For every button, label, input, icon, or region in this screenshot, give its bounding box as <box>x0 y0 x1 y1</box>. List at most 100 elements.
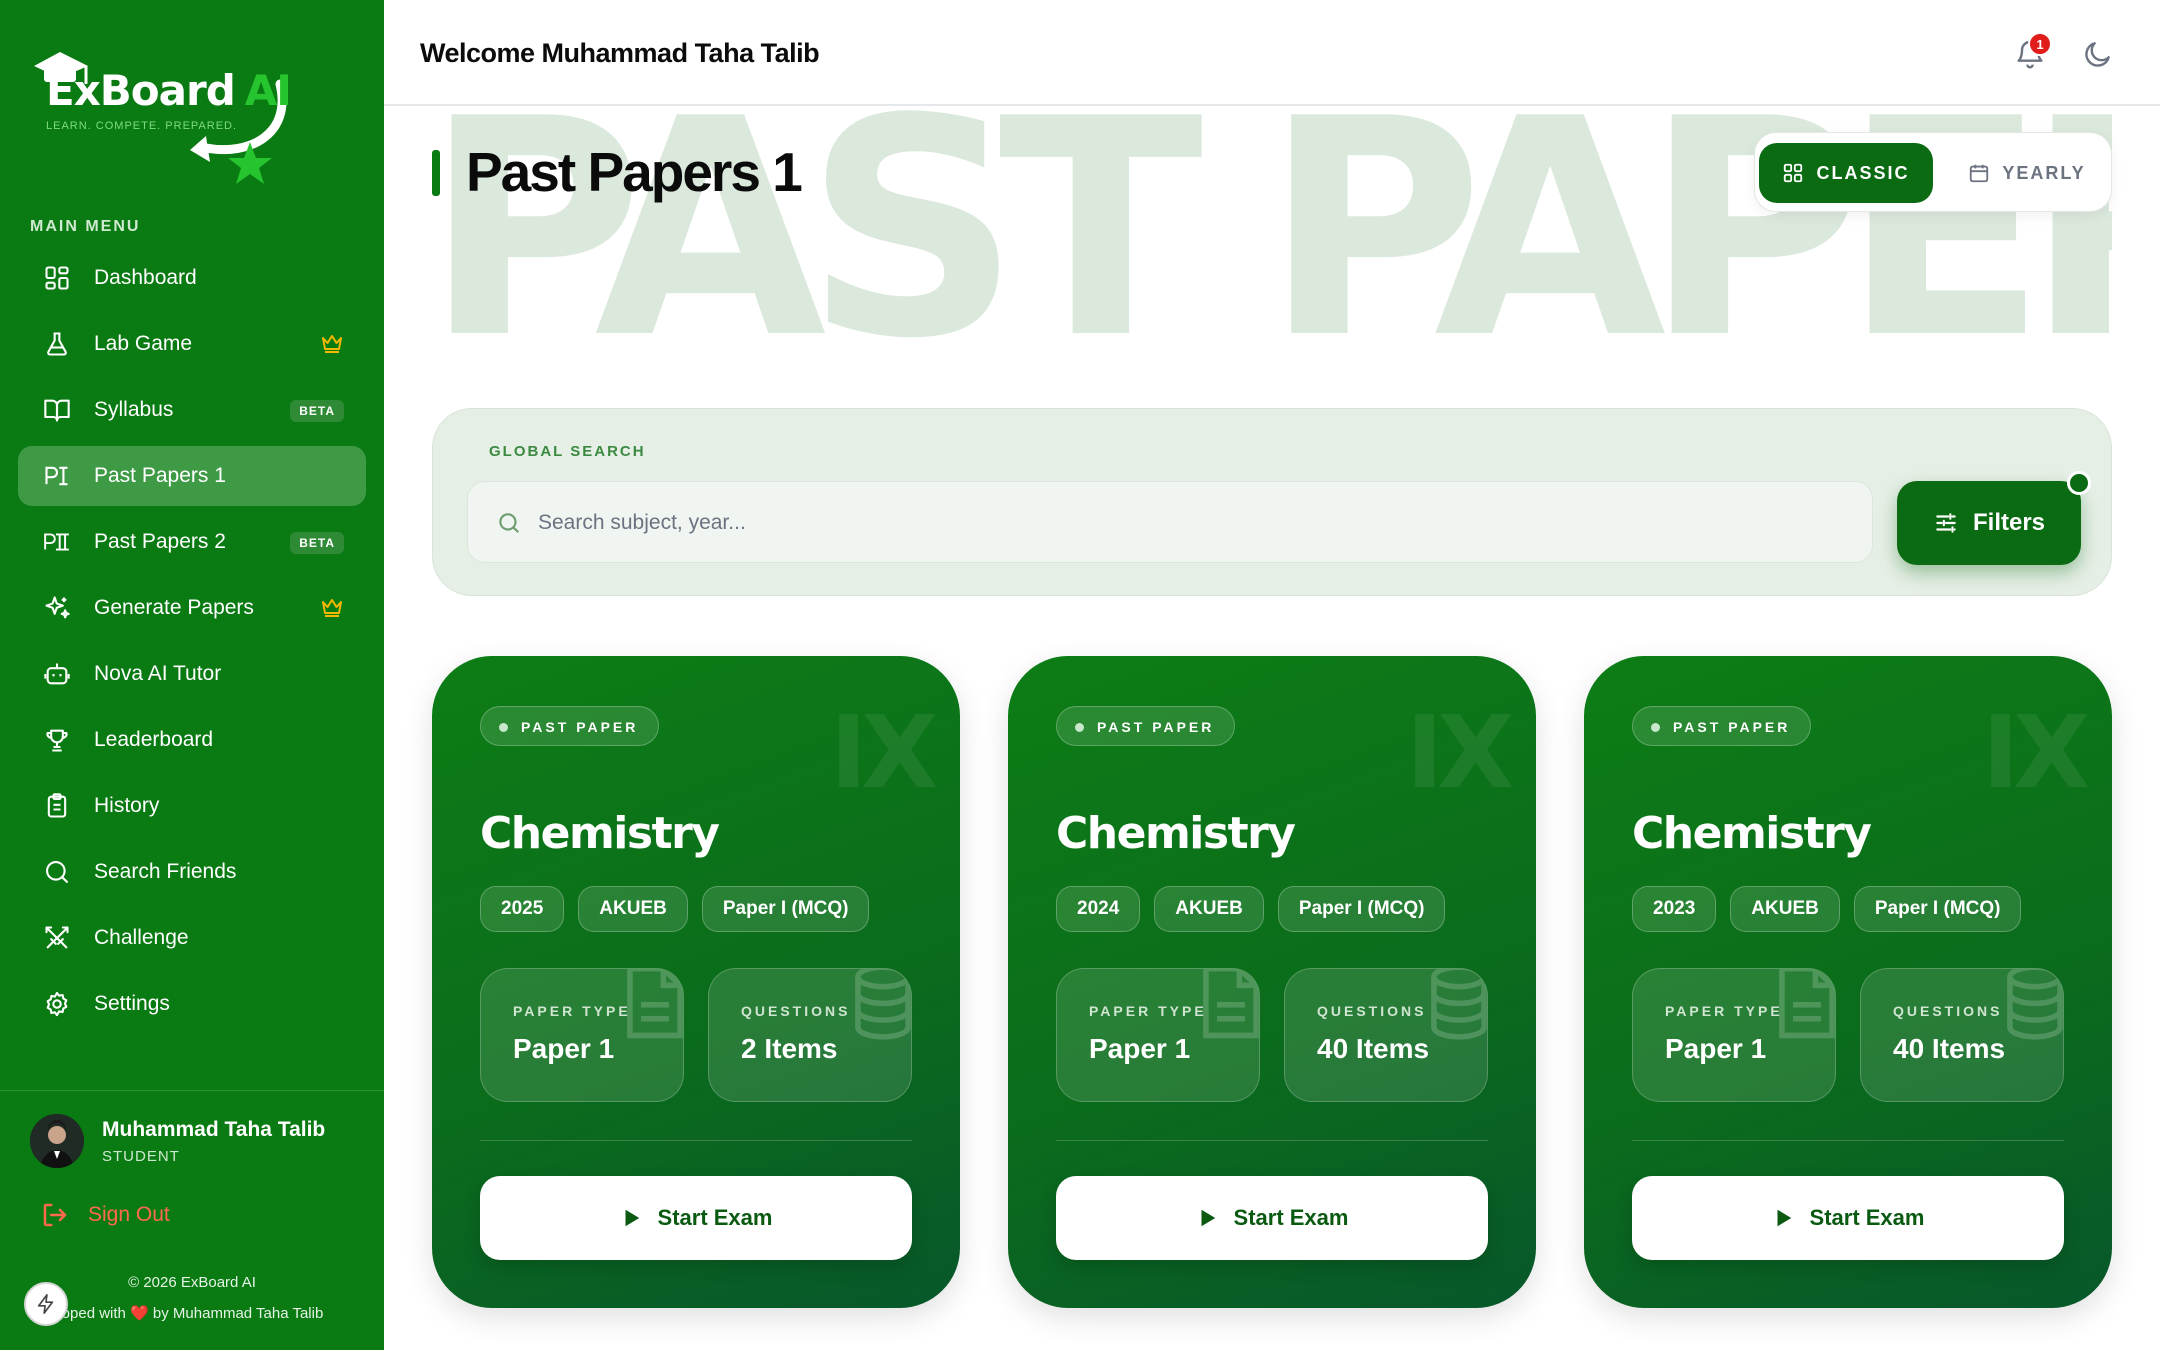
sidebar-item-label: History <box>94 794 160 817</box>
page-title: Past Papers 1 <box>466 141 803 203</box>
start-exam-button[interactable]: Start Exam <box>480 1176 912 1260</box>
questions-stat: QUESTIONS 40 Items <box>1860 968 2064 1102</box>
heart-icon: ❤️ <box>130 1305 149 1322</box>
start-exam-button[interactable]: Start Exam <box>1632 1176 2064 1260</box>
sidebar-item-settings[interactable]: Settings <box>18 974 366 1034</box>
book-icon <box>42 395 72 425</box>
past-paper-tag: PAST PAPER <box>1056 706 1236 746</box>
paper-card: IX PAST PAPER Chemistry 2024 AKUEB Paper… <box>1008 656 1536 1308</box>
sidebar-item-label: Settings <box>94 992 170 1015</box>
trophy-icon <box>42 725 72 755</box>
card-subject: Chemistry <box>1632 808 1872 859</box>
user-profile[interactable]: Muhammad Taha Talib STUDENT <box>30 1114 370 1174</box>
yearly-view-button[interactable]: YEARLY <box>1947 143 2107 203</box>
paper-chip: Paper I (MCQ) <box>1853 886 2022 932</box>
sidebar-item-nova-ai-tutor[interactable]: Nova AI Tutor <box>18 644 366 704</box>
questions-value: 40 Items <box>1893 1033 2006 1064</box>
global-search-card: GLOBAL SEARCH Filters <box>432 408 2112 596</box>
sidebar-item-label: Lab Game <box>94 332 193 355</box>
gear-icon <box>42 989 72 1019</box>
questions-value: 40 Items <box>1317 1033 1430 1064</box>
grade-watermark: IX <box>1982 694 2090 811</box>
lightning-icon <box>37 1294 54 1314</box>
sidebar-divider <box>0 1090 384 1091</box>
user-role: STUDENT <box>102 1148 180 1165</box>
quick-action-button[interactable] <box>24 1282 68 1326</box>
sidebar-item-search-friends[interactable]: Search Friends <box>18 842 366 902</box>
card-chips: 2024 AKUEB Paper I (MCQ) <box>1056 886 1446 932</box>
sliders-icon <box>1936 513 1956 533</box>
roman-two-icon <box>42 527 72 557</box>
card-chips: 2025 AKUEB Paper I (MCQ) <box>480 886 870 932</box>
sidebar-item-past-papers-1[interactable]: Past Papers 1 <box>18 446 366 506</box>
sidebar-item-generate-papers[interactable]: Generate Papers <box>18 578 366 638</box>
search-label: GLOBAL SEARCH <box>489 443 646 460</box>
sidebar-item-label: Dashboard <box>94 266 197 289</box>
classic-view-button[interactable]: CLASSIC <box>1759 143 1933 203</box>
sidebar-item-past-papers-2[interactable]: Past Papers 2 BETA <box>18 512 366 572</box>
database-icon <box>2007 969 2063 1040</box>
beta-badge: BETA <box>290 400 344 422</box>
sidebar-item-history[interactable]: History <box>18 776 366 836</box>
search-icon <box>499 513 519 533</box>
start-exam-button[interactable]: Start Exam <box>1056 1176 1488 1260</box>
grid-icon <box>1784 163 1803 183</box>
grid-icon <box>42 263 72 293</box>
questions-stat: QUESTIONS 40 Items <box>1284 968 1488 1102</box>
brand-logo[interactable]: ExBoard AI LEARN. COMPETE. PREPARED. <box>30 44 292 184</box>
questions-value: 2 Items <box>741 1033 838 1064</box>
database-icon <box>1431 969 1487 1040</box>
paper-cards: IX PAST PAPER Chemistry 2025 AKUEB Paper… <box>432 656 2112 1308</box>
sparkles-icon <box>42 593 72 623</box>
main-menu-label: MAIN MENU <box>30 218 141 235</box>
sign-out-label: Sign Out <box>88 1203 170 1226</box>
database-icon <box>855 969 911 1040</box>
paper-type-value: Paper 1 <box>1665 1033 1767 1064</box>
board-chip: AKUEB <box>578 886 688 932</box>
paper-card: IX PAST PAPER Chemistry 2025 AKUEB Paper… <box>432 656 960 1308</box>
search-input[interactable] <box>538 500 1838 546</box>
card-subject: Chemistry <box>1056 808 1296 859</box>
clipboard-icon <box>42 791 72 821</box>
card-chips: 2023 AKUEB Paper I (MCQ) <box>1632 886 2022 932</box>
play-icon <box>625 1209 639 1227</box>
sidebar-item-label: Leaderboard <box>94 728 214 751</box>
past-paper-tag: PAST PAPER <box>1632 706 1812 746</box>
bot-icon <box>42 659 72 689</box>
sidebar-item-dashboard[interactable]: Dashboard <box>18 248 366 308</box>
main-menu: Dashboard Lab Game Syllabus BETA Past Pa… <box>18 248 366 1040</box>
logo-tagline: LEARN. COMPETE. PREPARED. <box>46 120 238 132</box>
paper-card: IX PAST PAPER Chemistry 2023 AKUEB Paper… <box>1584 656 2112 1308</box>
filters-button[interactable]: Filters <box>1897 481 2081 565</box>
year-chip: 2024 <box>1056 886 1141 932</box>
welcome-message: Welcome Muhammad Taha Talib <box>420 38 820 68</box>
year-chip: 2023 <box>1632 886 1717 932</box>
sidebar-item-lab-game[interactable]: Lab Game <box>18 314 366 374</box>
paper-type-value: Paper 1 <box>1089 1033 1191 1064</box>
search-box[interactable] <box>467 481 1873 563</box>
sidebar-item-label: Past Papers 2 <box>94 530 226 553</box>
avatar <box>30 1114 84 1168</box>
sidebar-item-label: Search Friends <box>94 860 237 883</box>
user-name: Muhammad Taha Talib <box>102 1118 326 1141</box>
past-paper-tag: PAST PAPER <box>480 706 660 746</box>
roman-one-icon <box>42 461 72 491</box>
crown-icon <box>322 335 342 353</box>
logout-icon <box>43 1203 67 1227</box>
sidebar: ExBoard AI LEARN. COMPETE. PREPARED. MAIN… <box>0 0 384 1350</box>
sidebar-item-challenge[interactable]: Challenge <box>18 908 366 968</box>
crown-icon <box>322 599 342 617</box>
board-chip: AKUEB <box>1154 886 1264 932</box>
calendar-icon <box>1970 164 1989 183</box>
sidebar-item-syllabus[interactable]: Syllabus BETA <box>18 380 366 440</box>
sidebar-item-label: Syllabus <box>94 398 174 421</box>
paper-type-stat: PAPER TYPE Paper 1 <box>480 968 684 1102</box>
play-icon <box>1777 1209 1791 1227</box>
sidebar-item-label: Past Papers 1 <box>94 464 226 487</box>
sidebar-item-leaderboard[interactable]: Leaderboard <box>18 710 366 770</box>
search-icon <box>42 857 72 887</box>
year-chip: 2025 <box>480 886 565 932</box>
moon-icon[interactable] <box>2082 38 2114 70</box>
flask-icon <box>42 329 72 359</box>
sign-out-button[interactable]: Sign Out <box>40 1200 170 1230</box>
